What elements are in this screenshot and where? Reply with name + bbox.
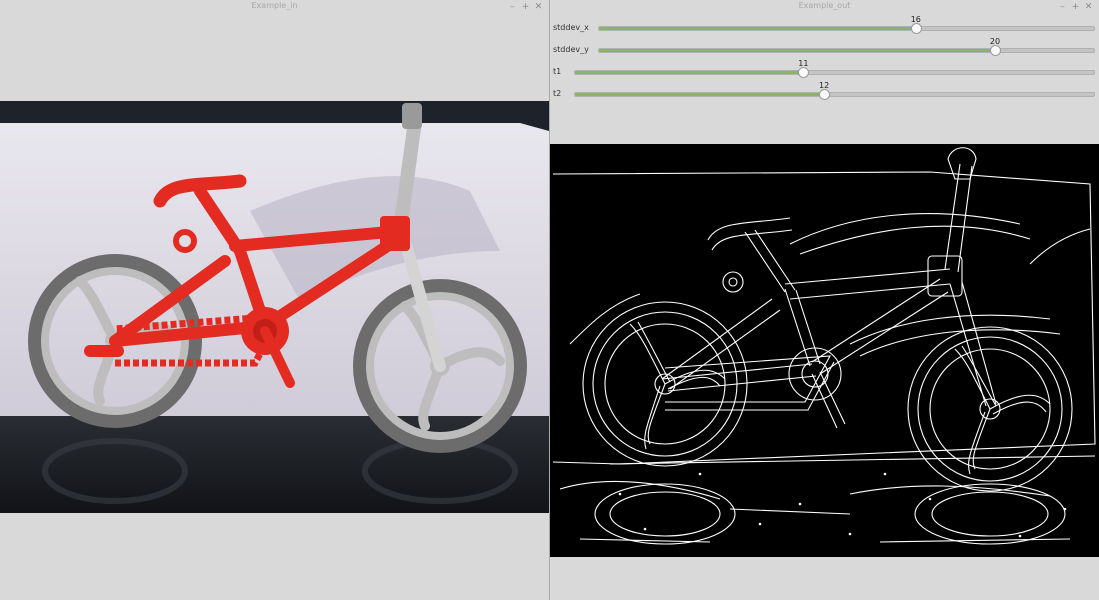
trackbar-label: t1 xyxy=(553,67,562,76)
trackbar-handle[interactable] xyxy=(819,89,831,100)
input-window-controls: – + ✕ xyxy=(508,0,543,14)
trackbar-handle[interactable] xyxy=(910,23,922,34)
trackbar-value: 16 xyxy=(910,15,921,24)
trackbar-value: 12 xyxy=(819,81,830,90)
trackbar-fill xyxy=(575,71,804,74)
close-icon[interactable]: ✕ xyxy=(534,0,543,14)
input-titlebar[interactable]: Example_in – + ✕ xyxy=(0,0,549,14)
trackbar-track[interactable]: 11 xyxy=(574,59,1095,78)
trackbar-label: stddev_x xyxy=(553,23,589,32)
minimize-icon[interactable]: – xyxy=(1058,0,1067,14)
input-window-title: Example_in xyxy=(251,1,298,10)
trackbar-label: t2 xyxy=(553,89,562,98)
trackbar-t2: t2 12 xyxy=(550,81,1099,104)
maximize-icon[interactable]: + xyxy=(521,0,530,14)
trackbar-track[interactable]: 20 xyxy=(598,37,1095,56)
trackbar-fill xyxy=(575,93,825,96)
trackbar-value: 20 xyxy=(989,37,1001,46)
trackbar-label: stddev_y xyxy=(553,45,589,54)
trackbar-fill xyxy=(599,27,916,30)
edge-detection-output xyxy=(550,144,1099,557)
trackbar-fill xyxy=(599,49,995,52)
trackbar-t1: t1 11 xyxy=(550,59,1099,82)
trackbar-value: 11 xyxy=(798,59,809,68)
output-window: Example_out – + ✕ stddev_x 16 stddev_y 2… xyxy=(550,0,1099,600)
minimize-icon[interactable]: – xyxy=(508,0,517,14)
output-titlebar[interactable]: Example_out – + ✕ xyxy=(550,0,1099,14)
trackbar-stddev-x: stddev_x 16 xyxy=(550,15,1099,38)
trackbar-handle[interactable] xyxy=(798,67,810,78)
output-image xyxy=(550,144,1099,557)
close-icon[interactable]: ✕ xyxy=(1084,0,1093,14)
trackbar-stddev-y: stddev_y 20 xyxy=(550,37,1099,60)
trackbar-track[interactable]: 16 xyxy=(598,15,1095,34)
bicycle-photo xyxy=(0,101,549,513)
input-image xyxy=(0,101,549,513)
output-window-title: Example_out xyxy=(798,1,851,10)
output-window-controls: – + ✕ xyxy=(1058,0,1093,14)
input-window: Example_in – + ✕ xyxy=(0,0,550,600)
trackbar-handle[interactable] xyxy=(990,45,1001,56)
trackbar-track[interactable]: 12 xyxy=(574,81,1095,100)
maximize-icon[interactable]: + xyxy=(1071,0,1080,14)
